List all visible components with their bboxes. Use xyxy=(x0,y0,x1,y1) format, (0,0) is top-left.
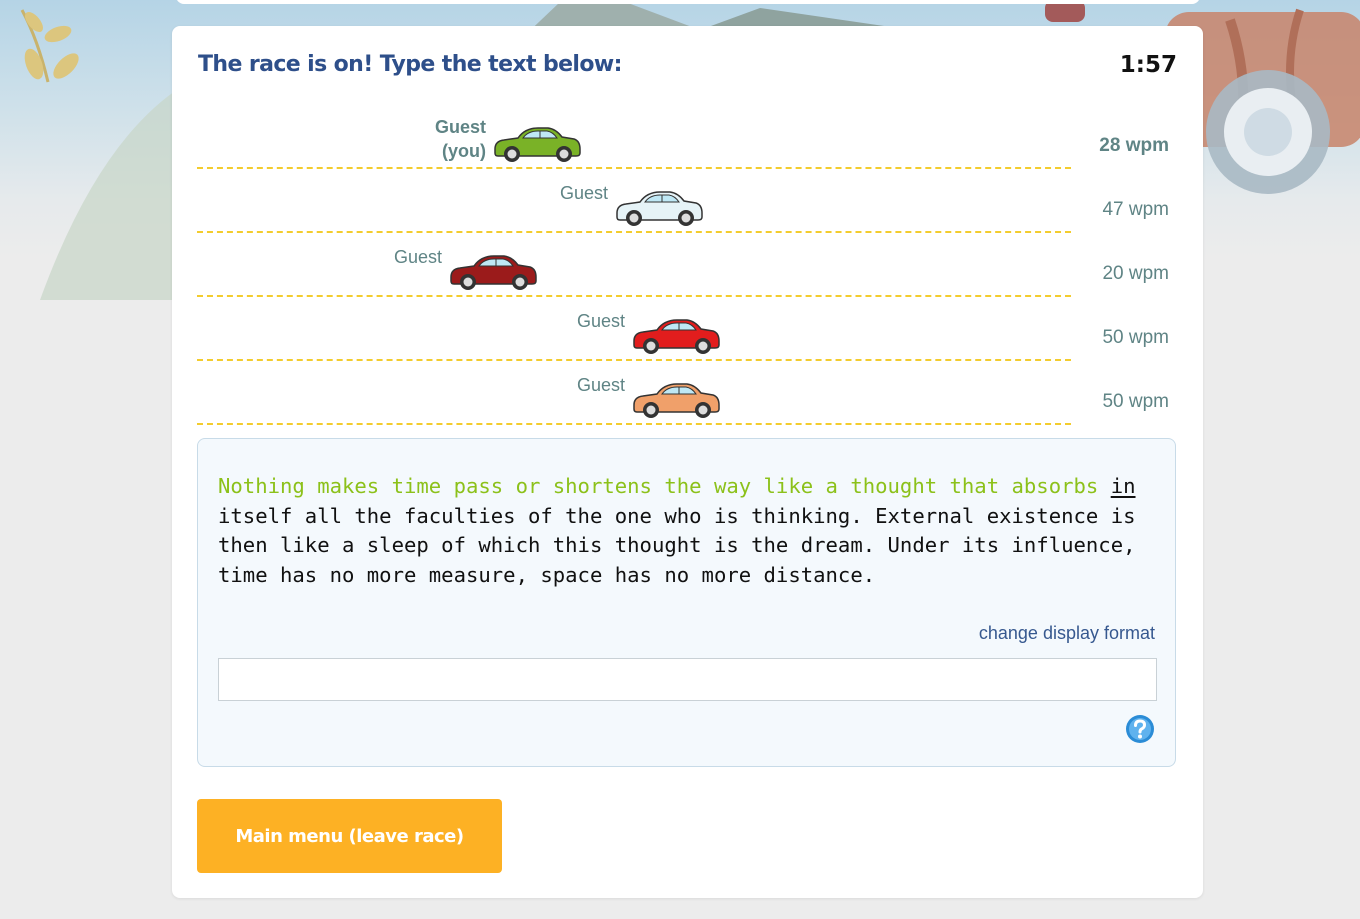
racer: Guest xyxy=(197,169,704,229)
race-title: The race is on! Type the text below: xyxy=(198,52,622,77)
race-passage: Nothing makes time pass or shortens the … xyxy=(218,472,1158,590)
top-bar xyxy=(176,0,1200,4)
race-lane: Guest (you) xyxy=(197,105,1071,169)
race-card: The race is on! Type the text below: 1:5… xyxy=(172,26,1203,898)
race-lane: Guest xyxy=(197,169,1071,233)
racer-wpm: 28 wpm xyxy=(1099,135,1169,156)
racer-wpm: 47 wpm xyxy=(1102,199,1169,220)
race-timer: 1:57 xyxy=(1119,52,1177,78)
racer-name: Guest xyxy=(576,311,625,331)
current-word: in xyxy=(1110,474,1136,498)
racer-name: Guest xyxy=(576,375,625,395)
car-icon xyxy=(633,319,720,354)
car-icon xyxy=(494,127,581,162)
race-lane: Guest xyxy=(197,297,1071,361)
race-lane: Guest xyxy=(197,361,1071,425)
leaf-branch-decoration xyxy=(20,9,79,83)
car-icon xyxy=(616,191,703,226)
main-menu-button[interactable]: Main menu (leave race) xyxy=(197,799,502,873)
change-display-format-link[interactable]: change display format xyxy=(979,623,1155,644)
typing-input[interactable] xyxy=(218,658,1157,701)
help-icon[interactable] xyxy=(1125,714,1155,744)
car-icon xyxy=(450,255,537,290)
typing-panel: Nothing makes time pass or shortens the … xyxy=(197,438,1176,767)
racer-wpm: 50 wpm xyxy=(1102,391,1169,412)
racer: Guest xyxy=(197,297,721,357)
racer: Guest (you) xyxy=(197,105,582,165)
lane-divider xyxy=(197,423,1071,425)
typed-text: Nothing makes time pass or shortens the … xyxy=(218,474,1111,498)
racer-name: Guest xyxy=(559,183,608,203)
racer-wpm: 20 wpm xyxy=(1102,263,1169,284)
racer-name: Guest xyxy=(393,247,442,267)
car-icon xyxy=(633,383,720,418)
remaining-text: itself all the faculties of the one who … xyxy=(218,503,1136,587)
racer: Guest xyxy=(197,361,721,421)
race-lane: Guest xyxy=(197,233,1071,297)
racer: Guest xyxy=(197,233,538,293)
racer-wpm: 50 wpm xyxy=(1102,327,1169,348)
racer-name: Guest (you) xyxy=(434,117,486,161)
